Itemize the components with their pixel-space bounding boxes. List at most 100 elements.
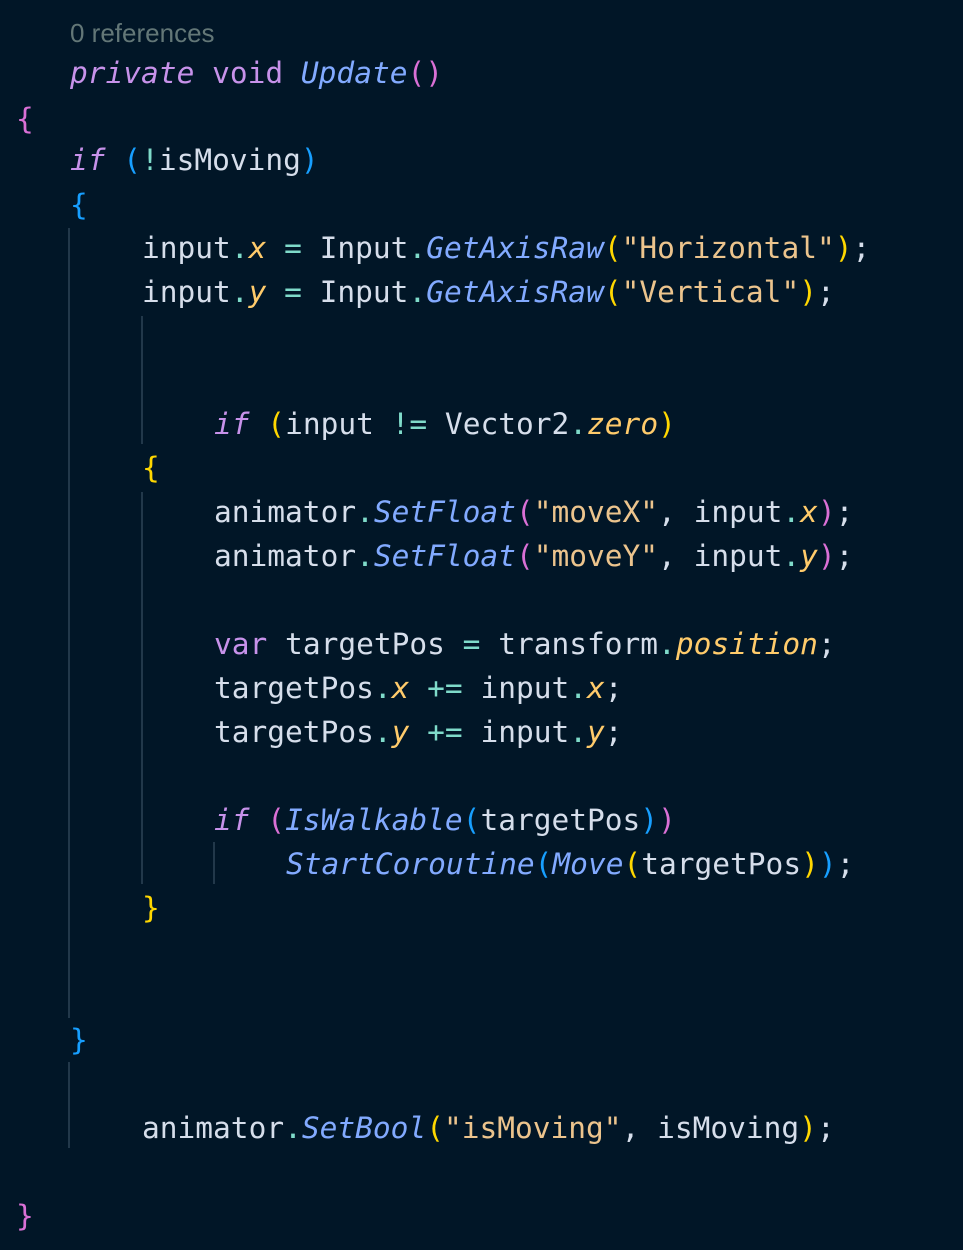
operator-token: . (569, 671, 588, 705)
keyword-token: if (70, 143, 106, 177)
bracket-token: ) (799, 1111, 817, 1145)
code-line[interactable]: animator.SetFloat("moveY", input.y); (214, 534, 853, 578)
code-line[interactable]: { (70, 183, 88, 227)
function-name-token: SetFloat (373, 495, 516, 529)
code-text: ; (604, 715, 623, 749)
property-token: x (800, 495, 818, 529)
code-line[interactable]: targetPos.y += input.y; (214, 710, 623, 754)
bracket-token: ( (267, 407, 286, 441)
function-name-token: GetAxisRaw (426, 275, 604, 309)
code-text: ; (817, 627, 836, 661)
code-text: animator (214, 539, 357, 573)
code-text: transform (480, 627, 659, 661)
string-literal: "Vertical" (621, 275, 800, 309)
operator-token: = (284, 231, 302, 265)
bracket-token: ) (801, 847, 819, 881)
bracket-token: ( (623, 847, 642, 881)
property-token: x (248, 231, 267, 265)
code-text: input (462, 715, 570, 749)
property-token: y (587, 715, 605, 749)
code-line[interactable]: { (16, 97, 34, 141)
operator-token: . (408, 231, 427, 265)
bracket-token: ( (603, 275, 622, 309)
code-text: ; (835, 495, 854, 529)
keyword-token: private (70, 56, 195, 90)
keyword-token: var (214, 627, 268, 661)
code-text: Input (301, 231, 409, 265)
operator-token: . (356, 539, 374, 573)
bracket-token: ( (515, 539, 534, 573)
operator-token: . (373, 671, 392, 705)
code-line[interactable]: { (142, 446, 160, 490)
operator-token: . (373, 715, 392, 749)
operator-token: . (782, 539, 801, 573)
code-line[interactable]: animator.SetFloat("moveX", input.x); (214, 490, 853, 534)
codelens-references[interactable]: 0 references (70, 16, 215, 50)
keyword-token: if (214, 803, 250, 837)
property-token: x (587, 671, 605, 705)
code-text: ; (816, 1111, 835, 1145)
code-line[interactable]: if (!isMoving) (70, 138, 319, 182)
string-literal: "isMoving" (443, 1111, 622, 1145)
code-text: ; (835, 539, 854, 573)
code-line[interactable]: private void Update() (70, 51, 443, 95)
property-token: y (248, 275, 267, 309)
code-line[interactable]: } (142, 886, 160, 930)
bracket-token: } (16, 1199, 34, 1233)
operator-token: . (284, 1111, 302, 1145)
code-text: isMoving (158, 143, 301, 177)
property-token: zero (587, 407, 659, 441)
operator-token: . (782, 495, 801, 529)
bracket-token: ( (426, 1111, 444, 1145)
bracket-token: () (407, 56, 444, 90)
bracket-token: ) (817, 539, 836, 573)
operator-token: += (427, 715, 463, 749)
code-line[interactable]: if (input != Vector2.zero) (214, 402, 676, 446)
indent-guide (213, 842, 215, 884)
code-line[interactable]: if (IsWalkable(targetPos)) (214, 798, 676, 842)
function-name-token: Update (300, 56, 408, 90)
bracket-token: ) (818, 847, 837, 881)
operator-token: = (284, 275, 302, 309)
code-text: ; (604, 671, 623, 705)
bracket-token: } (70, 1023, 88, 1057)
code-text: , input (658, 539, 783, 573)
code-text: input (142, 231, 231, 265)
property-token: y (800, 539, 818, 573)
bracket-token: ) (658, 803, 676, 837)
code-editor[interactable]: 0 references private void Update() { if … (0, 0, 963, 1250)
property-token: position (675, 627, 818, 661)
operator-token: . (569, 715, 588, 749)
bracket-token: { (142, 451, 160, 485)
indent-guide (68, 228, 70, 1018)
operator-token: . (230, 231, 249, 265)
code-line[interactable]: } (70, 1018, 88, 1062)
bracket-token: ( (603, 231, 622, 265)
code-line[interactable]: input.x = Input.GetAxisRaw("Horizontal")… (142, 226, 870, 270)
code-line[interactable]: } (16, 1194, 34, 1238)
code-line[interactable]: animator.SetBool("isMoving", isMoving); (142, 1106, 835, 1150)
code-line[interactable]: input.y = Input.GetAxisRaw("Vertical"); (142, 270, 835, 314)
bracket-token: { (16, 102, 34, 136)
code-text: animator (142, 1111, 285, 1145)
operator-token: = (462, 627, 481, 661)
code-line[interactable]: targetPos.x += input.x; (214, 666, 623, 710)
code-text: ; (836, 847, 855, 881)
code-text: animator (214, 495, 357, 529)
function-name-token: Move (552, 847, 624, 881)
string-literal: "moveY" (533, 539, 659, 573)
code-text: targetPos (641, 847, 802, 881)
code-text: , isMoving (621, 1111, 800, 1145)
bracket-token: ( (267, 803, 286, 837)
operator-token: += (427, 671, 463, 705)
code-text: input (462, 671, 570, 705)
indent-guide (141, 492, 143, 884)
bracket-token: { (70, 188, 88, 222)
code-line[interactable]: var targetPos = transform.position; (214, 622, 836, 666)
code-text: , input (658, 495, 783, 529)
code-line[interactable]: StartCoroutine(Move(targetPos)); (286, 842, 854, 886)
